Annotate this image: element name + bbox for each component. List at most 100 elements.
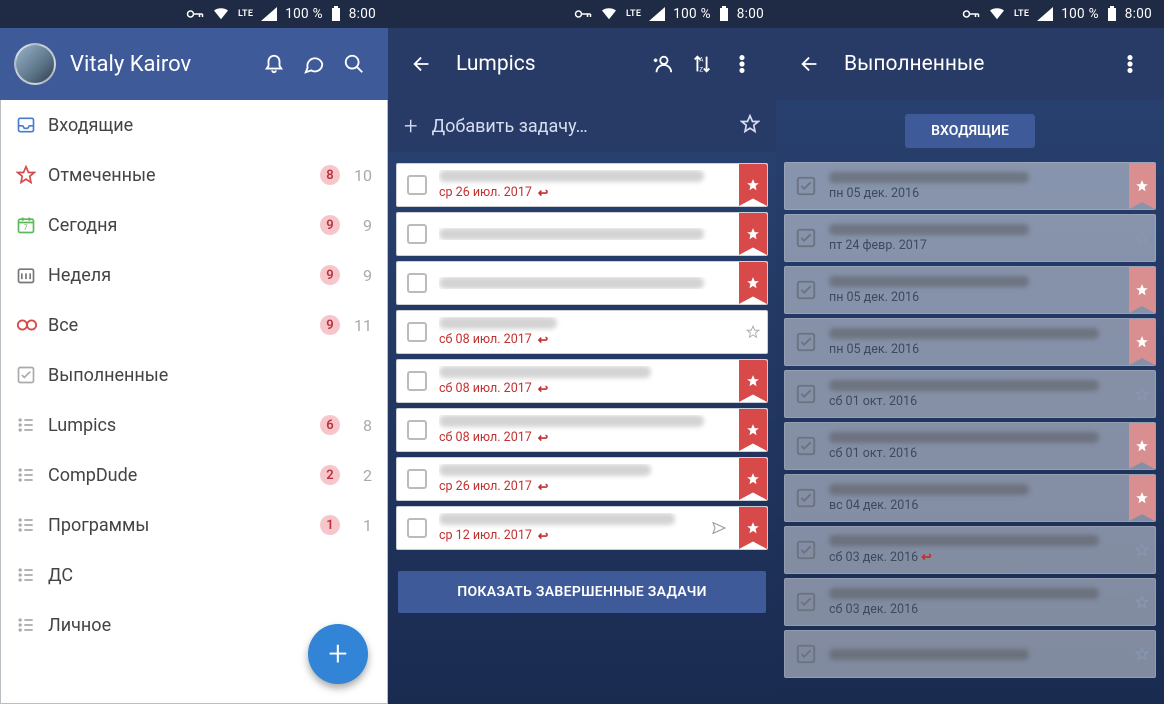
checkbox[interactable] [407,420,427,440]
star-flag[interactable] [739,409,767,451]
star-flag[interactable] [1129,267,1155,313]
completed-row[interactable]: пн 05 дек. 2016 [784,318,1156,366]
avatar[interactable] [14,43,56,85]
star-flag[interactable] [1129,319,1155,365]
inbox-chip[interactable]: ВХОДЯЩИЕ [905,114,1035,148]
completed-row[interactable]: вс 04 дек. 2016 [784,474,1156,522]
star-flag[interactable] [1129,475,1155,521]
star-flag[interactable] [739,311,767,353]
completed-header: Выполненные [776,28,1164,100]
checkbox-done[interactable] [795,591,817,613]
completed-row[interactable]: сб 01 окт. 2016 [784,370,1156,418]
completed-row[interactable]: пн 05 дек. 2016 [784,162,1156,210]
star-flag[interactable] [739,360,767,402]
task-title-blurred [829,535,1099,546]
sidebar-item-6[interactable]: Lumpics68 [0,400,388,450]
status-bar: LTE 100 % 8:00 [776,0,1164,28]
star-flag[interactable] [1129,371,1155,417]
user-name[interactable]: Vitaly Kairov [70,52,254,77]
star-flag[interactable] [739,458,767,500]
chat-icon[interactable] [294,44,334,84]
task-title-blurred [439,464,651,476]
completed-row[interactable] [784,630,1156,678]
completed-row[interactable]: сб 03 дек. 2016 [784,578,1156,626]
task-row[interactable] [396,261,768,305]
sidebar-item-0[interactable]: Входящие [0,100,388,150]
checkbox-done[interactable] [795,643,817,665]
back-icon[interactable] [790,44,830,84]
checkbox[interactable] [407,469,427,489]
sidebar-item-9[interactable]: ДС [0,550,388,600]
svg-text:A: A [699,55,704,63]
checkbox-done[interactable] [795,175,817,197]
show-completed-button[interactable]: ПОКАЗАТЬ ЗАВЕРШЕННЫЕ ЗАДАЧИ [398,571,766,613]
checkbox-done[interactable] [795,383,817,405]
fab-add[interactable]: + [308,624,368,684]
sort-icon[interactable]: AZ [682,44,722,84]
sidebar-item-8[interactable]: Программы11 [0,500,388,550]
star-flag[interactable] [739,507,767,549]
star-flag[interactable] [739,164,767,206]
sidebar-item-5[interactable]: Выполненные [0,350,388,400]
badge: 9 [320,215,340,235]
star-icon[interactable] [740,114,760,139]
task-date: сб 01 окт. 2016 [829,446,1123,461]
sidebar-item-4[interactable]: Все911 [0,300,388,350]
checkbox[interactable] [407,273,427,293]
completed-row[interactable]: пн 05 дек. 2016 [784,266,1156,314]
more-icon[interactable] [722,44,762,84]
completed-row[interactable]: сб 01 окт. 2016 [784,422,1156,470]
inbox-icon [16,115,48,135]
add-person-icon[interactable] [642,44,682,84]
checkbox-done[interactable] [795,435,817,457]
task-row[interactable] [396,212,768,256]
star-flag[interactable] [1129,527,1155,573]
search-icon[interactable] [334,44,374,84]
more-icon[interactable] [1110,44,1150,84]
back-icon[interactable] [402,44,442,84]
star-flag[interactable] [1129,631,1155,677]
sidebar-item-1[interactable]: Отмеченные810 [0,150,388,200]
task-row[interactable]: сб 08 июл. 2017↩ [396,408,768,452]
task-row[interactable]: сб 08 июл. 2017↩ [396,310,768,354]
clock-label: 8:00 [349,6,376,22]
sidebar-item-7[interactable]: CompDude22 [0,450,388,500]
count: 1 [350,516,372,535]
checkbox[interactable] [407,224,427,244]
list-title: Lumpics [456,52,642,76]
completed-row[interactable]: пт 24 февр. 2017 [784,214,1156,262]
star-flag[interactable] [739,213,767,255]
task-row[interactable]: сб 08 июл. 2017↩ [396,359,768,403]
star-flag[interactable] [1129,163,1155,209]
checkbox-done[interactable] [795,487,817,509]
star-flag[interactable] [1129,215,1155,261]
checkbox-done[interactable] [795,279,817,301]
status-bar: LTE 100 % 8:00 [388,0,776,28]
battery-icon [719,6,729,22]
badge: 9 [320,315,340,335]
clock-label: 8:00 [737,6,764,22]
checkbox-done[interactable] [795,227,817,249]
checkbox-done[interactable] [795,331,817,353]
send-icon [705,520,733,536]
task-row[interactable]: ср 26 июл. 2017↩ [396,163,768,207]
badge: 9 [320,265,340,285]
bell-icon[interactable] [254,44,294,84]
checkbox[interactable] [407,322,427,342]
star-flag[interactable] [1129,423,1155,469]
star-flag[interactable] [739,262,767,304]
add-task-row[interactable]: + Добавить задачу… [388,100,776,152]
task-row[interactable]: ср 26 июл. 2017↩ [396,457,768,501]
star-flag[interactable] [1129,579,1155,625]
checkbox[interactable] [407,175,427,195]
checkbox[interactable] [407,518,427,538]
svg-text:Z: Z [699,65,703,73]
badge: 1 [320,515,340,535]
task-row[interactable]: ср 12 июл. 2017↩ [396,506,768,550]
checkbox-done[interactable] [795,539,817,561]
checkbox[interactable] [407,371,427,391]
sidebar-item-label: Входящие [48,115,372,136]
sidebar-item-3[interactable]: Неделя99 [0,250,388,300]
completed-row[interactable]: сб 03 дек. 2016 ↩ [784,526,1156,574]
sidebar-item-2[interactable]: 7Сегодня99 [0,200,388,250]
